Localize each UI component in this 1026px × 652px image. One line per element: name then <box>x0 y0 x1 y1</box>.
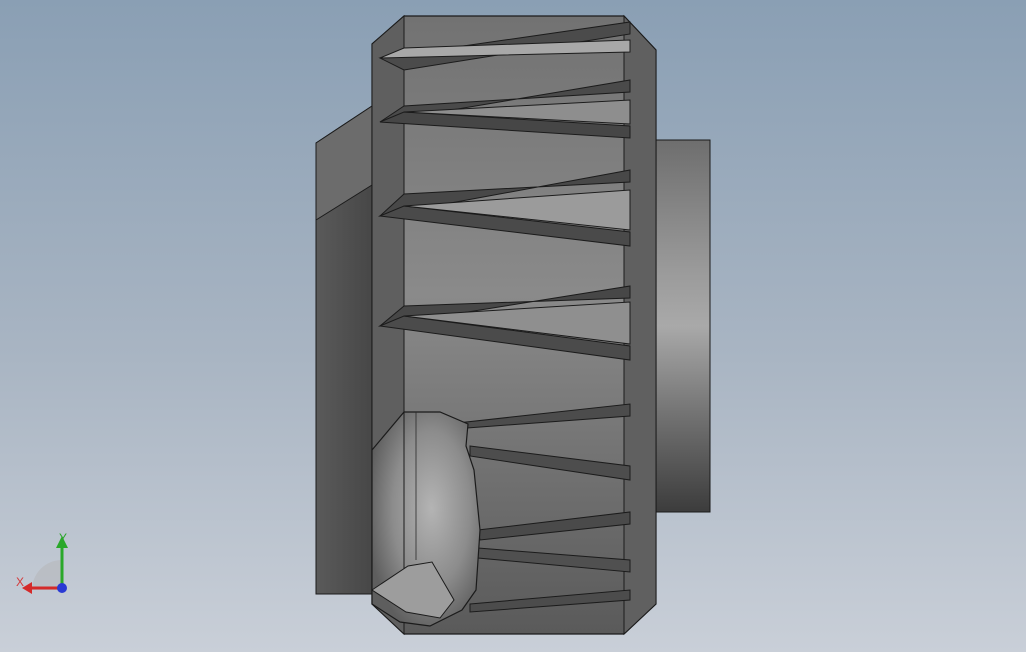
graphics-viewport[interactable]: Y X <box>0 0 1026 652</box>
highlighted-tooth[interactable] <box>371 411 481 627</box>
axis-triad[interactable]: Y X <box>10 528 80 600</box>
back-hub <box>315 105 373 595</box>
z-axis-dot <box>57 583 67 593</box>
x-axis-label: X <box>16 575 24 589</box>
gear-model[interactable] <box>0 0 1026 652</box>
triad-plane <box>32 560 62 590</box>
front-hub <box>654 139 711 513</box>
y-axis-label: Y <box>59 531 67 545</box>
